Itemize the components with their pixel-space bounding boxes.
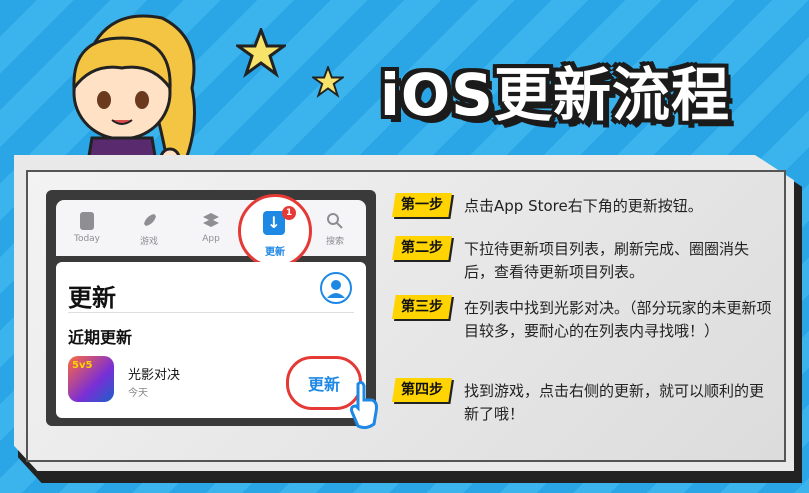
tab-updates[interactable]: ↓ 更新	[238, 194, 312, 268]
star-icon	[312, 66, 344, 98]
step-text: 找到游戏，点击右侧的更新，就可以顺利的更新了哦！	[464, 382, 765, 423]
step-tag: 第四步	[392, 378, 452, 402]
tab-search[interactable]: 搜索	[304, 200, 366, 256]
search-icon	[327, 213, 343, 229]
tab-today[interactable]: Today	[56, 200, 118, 256]
app-date: 今天	[128, 388, 148, 399]
account-icon[interactable]	[320, 272, 352, 304]
rocket-icon	[144, 214, 156, 226]
app-name: 光影对决	[128, 368, 181, 383]
tab-games[interactable]: 游戏	[118, 200, 180, 256]
step-tag: 第三步	[392, 295, 452, 319]
step-tag: 第二步	[392, 236, 452, 260]
divider	[68, 312, 354, 313]
today-icon	[80, 212, 94, 230]
tab-apps[interactable]: App	[180, 200, 242, 256]
app-store-tabbar: Today 游戏 App 搜索	[56, 200, 366, 256]
app-icon: 5v5	[68, 356, 114, 402]
page-title: iOS更新流程	[380, 61, 730, 129]
step-text: 在列表中找到光影对决。（部分玩家的未更新项目较多，要耐心的在列表内寻找哦！）	[464, 299, 772, 340]
step-tag: 第一步	[392, 193, 452, 217]
layers-icon	[203, 213, 219, 227]
list-title: 更新	[68, 284, 116, 312]
pointing-hand-icon	[350, 380, 378, 430]
tab-label: 更新	[265, 247, 285, 258]
app-icon-text: 5v5	[72, 360, 93, 371]
step-text: 下拉待更新项目列表，刷新完成、圈圈消失后，查看待更新项目列表。	[464, 240, 750, 281]
tab-label: Today	[73, 234, 101, 244]
title-banner: iOS更新流程	[370, 42, 780, 129]
recent-updates-heading: 近期更新	[68, 328, 133, 347]
update-count-badge: 1	[282, 206, 296, 220]
tab-label: App	[202, 234, 220, 244]
tab-label: 搜索	[325, 237, 344, 247]
star-icon	[236, 28, 286, 78]
tab-label: 游戏	[139, 237, 158, 247]
step-text: 点击App Store右下角的更新按钮。	[464, 197, 703, 215]
